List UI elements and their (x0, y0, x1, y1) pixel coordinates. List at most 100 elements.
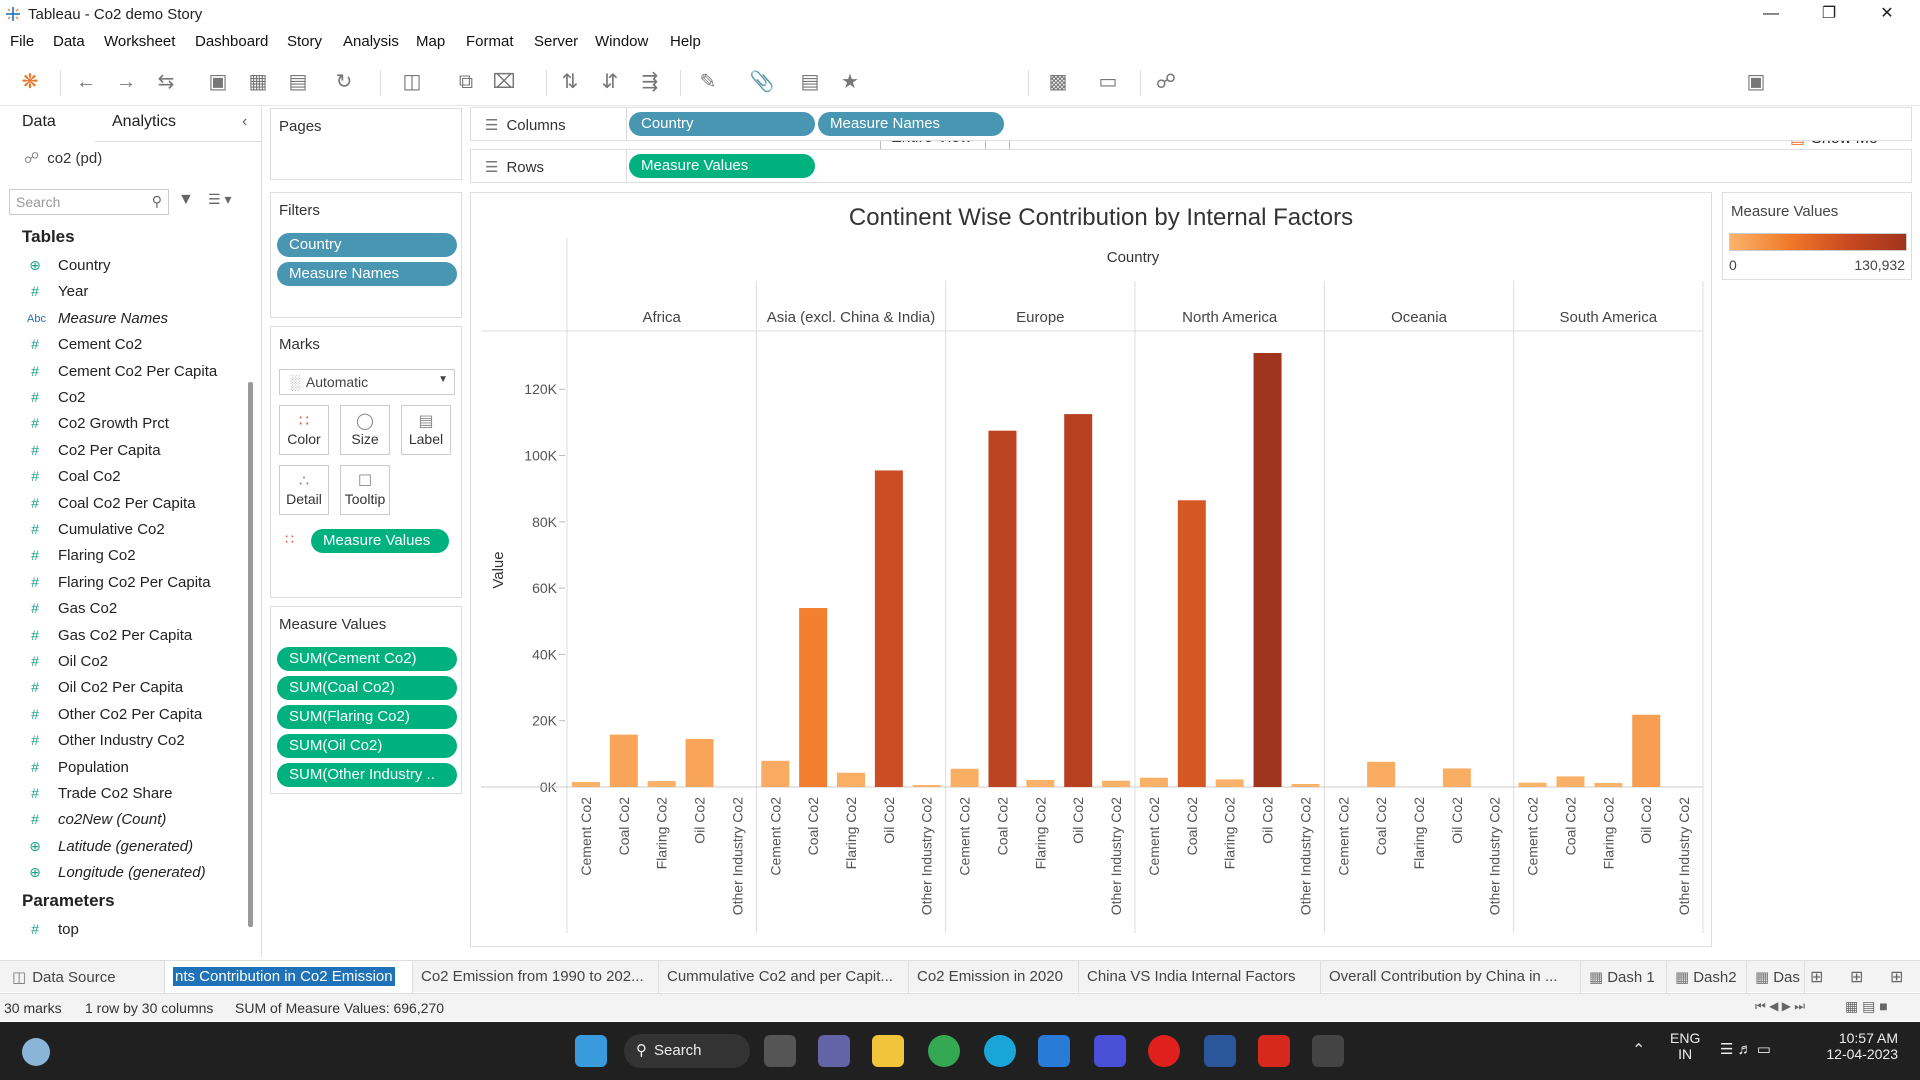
field-item[interactable]: # Gas Co2 (0, 597, 240, 623)
menu-map[interactable]: Map (416, 33, 445, 50)
restore-button[interactable]: ❐ (1800, 0, 1858, 30)
chevron-up-icon[interactable]: ⌃ (1632, 1040, 1645, 1060)
field-item[interactable]: # Population (0, 756, 240, 782)
field-item[interactable]: # Gas Co2 Per Capita (0, 624, 240, 650)
acrobat-icon[interactable] (1258, 1035, 1290, 1067)
search-input[interactable]: Search ⚲ (9, 189, 169, 215)
measure-pill[interactable]: SUM(Cement Co2) (277, 647, 457, 671)
teams-icon[interactable] (818, 1035, 850, 1067)
measure-pill[interactable]: SUM(Oil Co2) (277, 734, 457, 758)
menu-file[interactable]: File (10, 33, 34, 50)
datasource-item[interactable]: ☍ co2 (pd) (24, 149, 102, 167)
dashboard-tab[interactable]: ▦ Das (1747, 961, 1805, 993)
clock[interactable]: 10:57 AM 12-04-2023 (1818, 1030, 1898, 1062)
filter-pill-measure-names[interactable]: Measure Names (277, 262, 457, 286)
field-item[interactable]: # Flaring Co2 (0, 544, 240, 570)
pause-updates-icon[interactable]: ▤ (284, 68, 312, 96)
sort-descending-icon[interactable]: ⇶ (636, 68, 664, 96)
menu-analysis[interactable]: Analysis (343, 33, 399, 50)
new-dashboard-icon[interactable]: ⊞ (1850, 967, 1863, 987)
group-members-icon[interactable]: 📎 (748, 68, 776, 96)
field-item[interactable]: # Cement Co2 (0, 333, 240, 359)
collapse-pane-icon[interactable]: ‹ (242, 113, 247, 131)
menu-window[interactable]: Window (595, 33, 648, 50)
windows-start-icon[interactable] (575, 1035, 607, 1067)
tooltip-button[interactable]: ☐ Tooltip (340, 465, 390, 515)
field-item[interactable]: # Co2 Per Capita (0, 439, 240, 465)
data-source-tab[interactable]: ◫ Data Source (0, 961, 165, 993)
sheet-tab[interactable]: Co2 Emission from 1990 to 202... (413, 961, 659, 993)
sheet-nav-icons[interactable]: ⏮ ◀ ▶ ⏭ (1755, 999, 1805, 1014)
field-item[interactable]: # Cement Co2 Per Capita (0, 360, 240, 386)
menu-server[interactable]: Server (534, 33, 578, 50)
language-indicator[interactable]: ENG IN (1670, 1030, 1700, 1062)
columns-pill-measure-names[interactable]: Measure Names (818, 112, 1004, 136)
clear-sheet-icon[interactable]: ⌧ (490, 68, 518, 96)
sheet-tab[interactable]: Overall Contribution by China in ... (1321, 961, 1581, 993)
field-item[interactable]: # Year (0, 280, 240, 306)
sheet-tab[interactable]: Co2 Emission in 2020 (909, 961, 1079, 993)
taskbar-search[interactable]: ⚲ Search (624, 1034, 750, 1068)
color-button[interactable]: ∷ Color (279, 405, 329, 455)
mail-icon[interactable] (1038, 1035, 1070, 1067)
dashboard-tab[interactable]: ▦ Dash2 (1667, 961, 1747, 993)
task-view-icon[interactable] (764, 1035, 796, 1067)
rows-shelf[interactable]: ☰ Rows Measure Values (470, 149, 1912, 183)
share-icon[interactable]: ☍ (1152, 68, 1180, 96)
menu-data[interactable]: Data (53, 33, 85, 50)
swap-axes-icon[interactable]: ⇅ (556, 68, 584, 96)
field-item[interactable]: # Flaring Co2 Per Capita (0, 571, 240, 597)
refresh-icon[interactable]: ↻ (330, 68, 358, 96)
field-item[interactable]: ⊕ Longitude (generated) (0, 861, 240, 887)
save-icon[interactable]: ▣ (204, 68, 232, 96)
fix-axes-icon[interactable]: ★ (836, 68, 864, 96)
measure-pill[interactable]: SUM(Other Industry .. (277, 763, 457, 787)
field-item[interactable]: # Oil Co2 (0, 650, 240, 676)
sort-ascending-icon[interactable]: ⇵ (596, 68, 624, 96)
size-button[interactable]: ◯ Size (340, 405, 390, 455)
duplicate-sheet-icon[interactable]: ⧉ (452, 68, 480, 96)
label-button[interactable]: ▤ Label (401, 405, 451, 455)
chrome-icon[interactable] (928, 1035, 960, 1067)
measure-pill[interactable]: SUM(Coal Co2) (277, 676, 457, 700)
highlight-icon[interactable]: ✎ (694, 68, 722, 96)
presentation-mode-icon[interactable]: ▭ (1094, 68, 1122, 96)
new-datasource-icon[interactable]: ▦ (244, 68, 272, 96)
field-item[interactable]: # Other Co2 Per Capita (0, 703, 240, 729)
field-item[interactable]: Abc Measure Names (0, 307, 240, 333)
parameter-item[interactable]: # top (0, 918, 240, 944)
rows-pill-measure-values[interactable]: Measure Values (629, 154, 815, 178)
filter-pill-country[interactable]: Country (277, 233, 457, 257)
menu-worksheet[interactable]: Worksheet (104, 33, 175, 50)
edge-icon[interactable] (984, 1035, 1016, 1067)
show-cards-icon[interactable]: ▩ (1044, 68, 1072, 96)
show-labels-icon[interactable]: ▤ (796, 68, 824, 96)
field-list-scrollbar[interactable] (248, 382, 253, 927)
mark-type-dropdown[interactable]: ░ Automatic ▼ (279, 369, 455, 395)
tableau-taskbar-icon[interactable] (1312, 1035, 1344, 1067)
menu-format[interactable]: Format (466, 33, 514, 50)
sheet-tab-active[interactable]: nts Contribution in Co2 Emission (165, 961, 413, 993)
new-story-icon[interactable]: ⊞ (1890, 967, 1903, 987)
filter-fields-icon[interactable]: ▼ (178, 191, 194, 209)
columns-shelf[interactable]: ☰ Columns Country Measure Names (470, 107, 1912, 141)
field-item[interactable]: # Oil Co2 Per Capita (0, 676, 240, 702)
new-worksheet-icon[interactable]: ⊞ (1810, 967, 1823, 987)
word-icon[interactable] (1204, 1035, 1236, 1067)
field-item[interactable]: # Cumulative Co2 (0, 518, 240, 544)
field-item[interactable]: # Co2 (0, 386, 240, 412)
view-options-icon[interactable]: ☰ ▾ (208, 191, 231, 208)
field-item[interactable]: ⊕ Country (0, 254, 240, 280)
replay-icon[interactable]: ⇆ (152, 68, 180, 96)
field-item[interactable]: ⊕ Latitude (generated) (0, 835, 240, 861)
new-worksheet-icon[interactable]: ◫ (398, 68, 426, 96)
field-item[interactable]: # Co2 Growth Prct (0, 412, 240, 438)
sheet-view-icons[interactable]: ▦ ▤ ■ (1845, 998, 1888, 1015)
menu-help[interactable]: Help (670, 33, 701, 50)
close-button[interactable]: ✕ (1858, 0, 1916, 30)
system-tray-icons[interactable]: ☰ ♬ ▭ (1720, 1040, 1771, 1058)
bar-chart[interactable]: Continent Wise Contribution by Internal … (471, 193, 1711, 946)
menu-story[interactable]: Story (287, 33, 322, 50)
field-item[interactable]: # Other Industry Co2 (0, 729, 240, 755)
color-legend[interactable]: Measure Values 0 130,932 (1722, 192, 1912, 280)
